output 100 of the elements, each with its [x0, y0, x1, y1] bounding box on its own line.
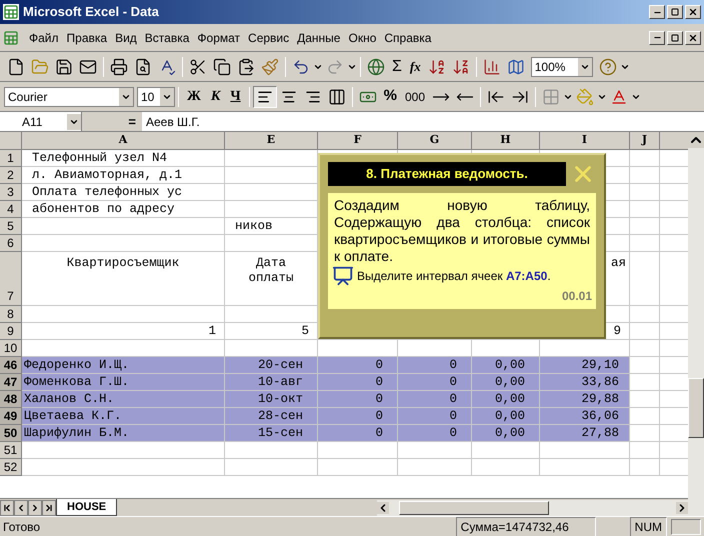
row-number[interactable]: 2	[0, 167, 22, 184]
sum-button[interactable]: Σ	[388, 54, 406, 78]
row-number[interactable]: 4	[0, 201, 22, 218]
table-cell[interactable]	[630, 340, 660, 357]
paste-icon[interactable]	[237, 58, 255, 76]
window-restore-button[interactable]	[667, 5, 683, 19]
table-cell[interactable]	[225, 235, 318, 252]
column-header[interactable]: G	[398, 132, 472, 150]
font-color-icon[interactable]	[610, 88, 628, 106]
row-number[interactable]: 5	[0, 218, 22, 235]
row-number[interactable]: 49	[0, 408, 22, 425]
table-cell[interactable]	[472, 340, 540, 357]
table-cell[interactable]	[22, 459, 225, 476]
copy-icon[interactable]	[213, 58, 231, 76]
row-number[interactable]: 1	[0, 150, 22, 167]
table-cell[interactable]: 0,00	[472, 374, 540, 391]
scroll-up-icon[interactable]	[688, 132, 704, 148]
table-cell[interactable]: 29,10	[540, 357, 630, 374]
table-cell[interactable]: 0	[398, 374, 472, 391]
table-cell[interactable]: 0	[398, 425, 472, 442]
table-cell[interactable]	[630, 323, 660, 340]
table-cell[interactable]: 10-окт	[225, 391, 318, 408]
row-number[interactable]: 48	[0, 391, 22, 408]
table-cell[interactable]	[540, 340, 630, 357]
globe-icon[interactable]	[367, 58, 385, 76]
table-cell[interactable]	[225, 442, 318, 459]
column-header[interactable]: J	[630, 132, 660, 150]
column-header[interactable]: I	[540, 132, 630, 150]
table-cell[interactable]: л. Авиамоторная, д.1	[22, 167, 225, 184]
menu-item[interactable]: Формат	[193, 28, 244, 46]
font-field[interactable]: Courier	[4, 86, 134, 106]
table-cell[interactable]: 0	[398, 357, 472, 374]
table-cell[interactable]	[606, 306, 630, 323]
row-number[interactable]: 3	[0, 184, 22, 201]
table-cell[interactable]: 0	[318, 425, 398, 442]
table-cell[interactable]	[630, 459, 660, 476]
table-cell[interactable]	[398, 442, 472, 459]
table-cell[interactable]: абонентов по адресу	[22, 201, 225, 218]
workbook-close-button[interactable]	[685, 30, 701, 44]
table-cell[interactable]	[630, 391, 660, 408]
table-cell[interactable]	[22, 218, 225, 235]
table-cell[interactable]	[22, 442, 225, 459]
table-cell[interactable]	[630, 252, 660, 306]
vertical-scrollbar[interactable]	[688, 132, 704, 516]
table-cell[interactable]: Шарифулин Б.М.	[22, 425, 225, 442]
sheet-nav-button[interactable]	[0, 500, 14, 516]
table-cell[interactable]	[630, 425, 660, 442]
table-cell[interactable]	[606, 235, 630, 252]
sort-ascending-icon[interactable]	[428, 58, 446, 76]
window-minimize-button[interactable]	[649, 5, 665, 19]
table-cell[interactable]	[22, 306, 225, 323]
table-cell[interactable]: Оплата телефонных ус	[22, 184, 225, 201]
sheet-nav-button[interactable]	[28, 500, 42, 516]
table-cell[interactable]: 10-авг	[225, 374, 318, 391]
table-cell[interactable]	[225, 167, 318, 184]
table-cell[interactable]: 0	[318, 391, 398, 408]
table-cell[interactable]	[630, 184, 660, 201]
row-number[interactable]: 6	[0, 235, 22, 252]
menu-item[interactable]: Данные	[293, 28, 344, 46]
table-cell[interactable]	[398, 459, 472, 476]
table-cell[interactable]	[630, 235, 660, 252]
row-number[interactable]: 7	[0, 252, 22, 306]
table-cell[interactable]	[22, 235, 225, 252]
row-number[interactable]: 50	[0, 425, 22, 442]
menu-item[interactable]: Сервис	[244, 28, 294, 46]
paintbrush-icon[interactable]	[261, 58, 279, 76]
workbook-restore-button[interactable]	[667, 30, 683, 44]
select-all-corner[interactable]	[0, 132, 22, 150]
style-button[interactable]: Ч	[225, 86, 246, 107]
folder-icon[interactable]	[31, 58, 49, 76]
column-header[interactable]: A	[22, 132, 225, 150]
row-number[interactable]: 52	[0, 459, 22, 476]
table-cell[interactable]: Федоренко И.Щ.	[22, 357, 225, 374]
new-document-icon[interactable]	[7, 58, 25, 76]
table-cell[interactable]	[225, 184, 318, 201]
table-cell[interactable]: 0	[398, 408, 472, 425]
table-cell[interactable]: 0	[318, 408, 398, 425]
table-cell[interactable]	[225, 459, 318, 476]
printer-icon[interactable]	[110, 58, 128, 76]
table-cell[interactable]	[22, 340, 225, 357]
table-cell[interactable]: Халанов С.Н.	[22, 391, 225, 408]
table-cell[interactable]	[225, 340, 318, 357]
function-button[interactable]: fx	[406, 56, 425, 76]
table-cell[interactable]: 15-сен	[225, 425, 318, 442]
table-cell[interactable]	[318, 459, 398, 476]
horizontal-scrollbar[interactable]	[377, 500, 688, 516]
thousands-button[interactable]: 000	[400, 88, 429, 106]
table-cell[interactable]: 0	[398, 391, 472, 408]
table-cell[interactable]: 5	[225, 323, 318, 340]
workbook-minimize-button[interactable]	[649, 30, 665, 44]
table-cell[interactable]	[630, 306, 660, 323]
table-cell[interactable]	[398, 340, 472, 357]
table-cell[interactable]: ников	[225, 218, 318, 235]
column-header[interactable]: F	[318, 132, 398, 150]
menu-item[interactable]: Справка	[380, 28, 436, 46]
table-cell[interactable]: 1	[22, 323, 225, 340]
table-cell[interactable]	[225, 201, 318, 218]
table-cell[interactable]: 0,00	[472, 391, 540, 408]
mail-icon[interactable]	[79, 58, 97, 76]
table-cell[interactable]: Квартиросъемщик	[22, 252, 225, 306]
